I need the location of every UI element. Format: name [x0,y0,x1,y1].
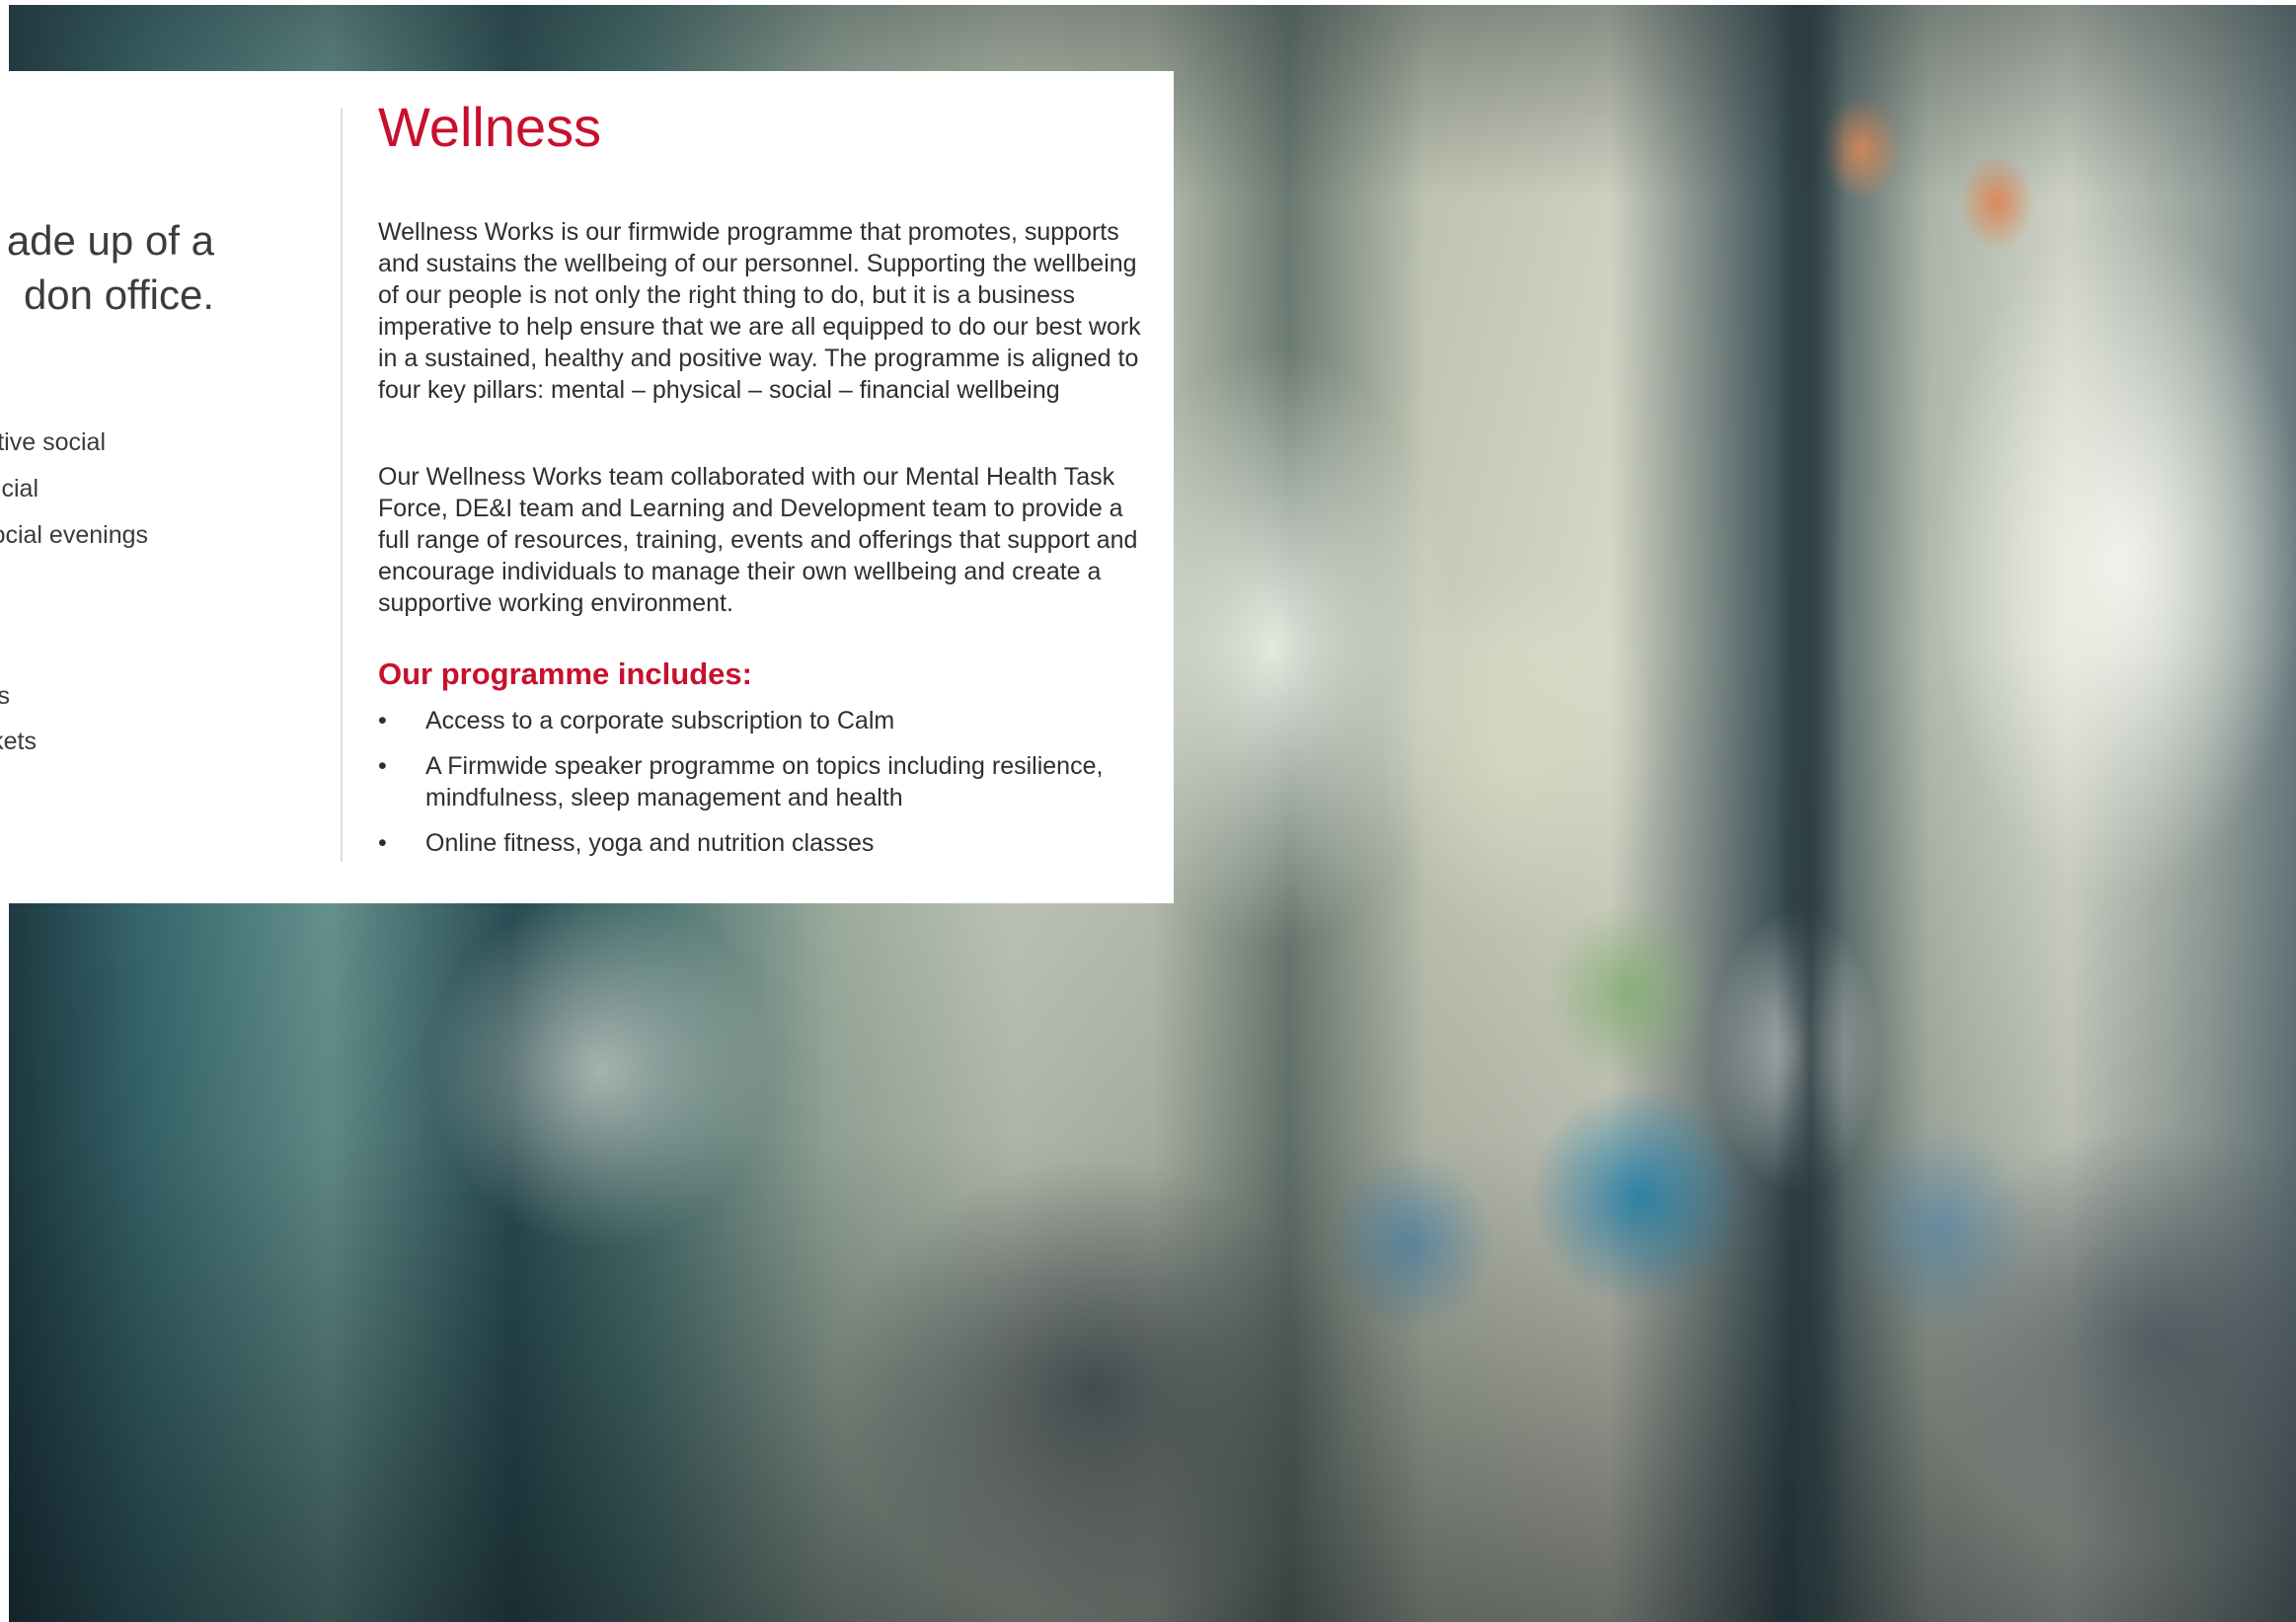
intro-paragraph: Wellness Works is our firmwide programme… [378,218,1141,404]
content-card: ade up of a don office. tive social cial… [0,71,1174,903]
bullet-icon: • [378,752,387,780]
column-divider [341,108,343,862]
programme-list-item: • Online fitness, yoga and nutrition cla… [378,827,1148,859]
programme-item-text: Access to a corporate subscription to Ca… [425,707,895,734]
left-column-clipped: ade up of a don office. tive social cial… [0,71,341,903]
programme-list-item: • A Firmwide speaker programme on topics… [378,750,1148,813]
bullet-icon: • [378,707,387,734]
section-title: Wellness [378,96,602,158]
left-list-item: ocial evenings [0,521,148,549]
programme-item-text: A Firmwide speaker programme on topics i… [425,752,1104,811]
left-list: tive social cial ocial evenings s kets [0,71,341,903]
programme-list: • Access to a corporate subscription to … [378,705,1148,873]
bullet-icon: • [378,829,387,857]
programme-list-item: • Access to a corporate subscription to … [378,705,1148,736]
programme-heading: Our programme includes: [378,657,752,691]
left-list-item: kets [0,728,37,755]
programme-item-text: Online fitness, yoga and nutrition class… [425,829,875,857]
left-list-item: s [0,682,10,710]
team-paragraph: Our Wellness Works team collaborated wit… [378,463,1138,617]
left-list-item: cial [1,475,38,502]
brochure-page: ade up of a don office. tive social cial… [0,0,2296,1622]
left-list-item: tive social [0,428,106,456]
